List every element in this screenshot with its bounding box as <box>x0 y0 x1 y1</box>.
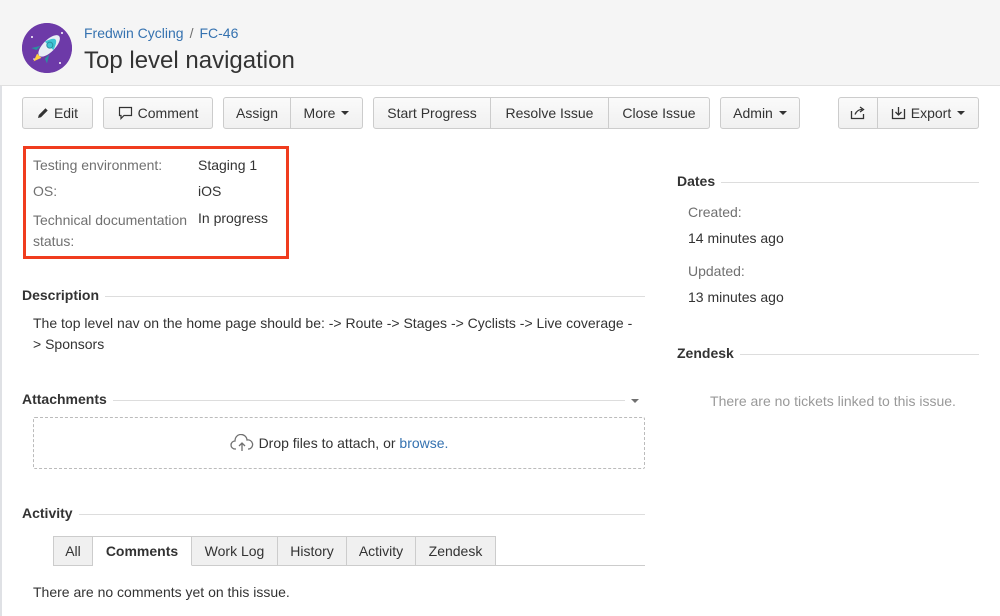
dates-divider <box>677 182 979 183</box>
more-button-label: More <box>303 105 336 121</box>
start-progress-button[interactable]: Start Progress <box>373 97 491 129</box>
share-button[interactable] <box>838 97 878 129</box>
breadcrumb-project-link[interactable]: Fredwin Cycling <box>84 25 184 41</box>
more-dropdown-button[interactable]: More <box>291 97 363 129</box>
field-label-testing-environment: Testing environment: <box>33 157 163 173</box>
created-value: 14 minutes ago <box>688 230 784 246</box>
chevron-down-icon <box>341 111 350 116</box>
cloud-upload-icon <box>229 434 253 452</box>
field-value-testing-environment: Staging 1 <box>198 157 258 173</box>
updated-label: Updated: <box>688 263 745 279</box>
project-avatar[interactable] <box>22 23 72 73</box>
comment-button[interactable]: Comment <box>103 97 213 129</box>
browse-link[interactable]: browse. <box>399 435 448 451</box>
admin-dropdown-button[interactable]: Admin <box>720 97 800 129</box>
dropzone-text: Drop files to attach, or <box>258 435 400 451</box>
pencil-icon <box>37 108 48 119</box>
tab-all[interactable]: All <box>53 536 93 566</box>
zendesk-heading: Zendesk <box>677 345 740 361</box>
field-label-os: OS: <box>33 183 58 199</box>
chevron-down-icon <box>778 111 787 116</box>
issue-toolbar: Edit Comment Assign More Start Progress … <box>0 97 1000 129</box>
updated-value: 13 minutes ago <box>688 289 784 305</box>
chevron-down-icon <box>957 111 966 116</box>
close-issue-button[interactable]: Close Issue <box>609 97 710 129</box>
export-button-label: Export <box>910 105 952 121</box>
rocket-icon <box>22 23 72 73</box>
breadcrumb: Fredwin Cycling / FC-46 <box>84 25 238 41</box>
tab-history[interactable]: History <box>278 536 347 566</box>
speech-bubble-icon <box>118 107 132 121</box>
resolve-issue-button[interactable]: Resolve Issue <box>491 97 609 129</box>
tab-activity[interactable]: Activity <box>347 536 416 566</box>
breadcrumb-separator: / <box>189 25 194 41</box>
attachments-dropzone[interactable]: Drop files to attach, or browse. <box>33 417 645 469</box>
close-issue-label: Close Issue <box>622 105 696 121</box>
attachments-heading: Attachments <box>22 391 113 407</box>
field-value-os: iOS <box>198 183 222 199</box>
page-title: Top level navigation <box>84 47 295 74</box>
download-icon <box>891 107 905 120</box>
description-divider <box>22 296 645 297</box>
left-rail <box>0 0 2 616</box>
dates-heading: Dates <box>677 173 722 189</box>
admin-button-label: Admin <box>733 105 773 121</box>
assign-button-label: Assign <box>235 105 279 121</box>
share-icon <box>850 106 865 120</box>
field-value-technical-doc-status: In progress <box>198 210 269 226</box>
edit-button[interactable]: Edit <box>22 97 93 129</box>
export-dropdown-button[interactable]: Export <box>878 97 979 129</box>
activity-heading: Activity <box>22 505 79 521</box>
activity-divider <box>22 514 645 515</box>
attachments-divider <box>22 400 645 401</box>
assign-button[interactable]: Assign <box>223 97 291 129</box>
edit-button-label: Edit <box>53 105 79 121</box>
resolve-issue-label: Resolve Issue <box>505 105 594 121</box>
issue-header: Fredwin Cycling / FC-46 Top level navigati… <box>0 0 1000 86</box>
tab-zendesk[interactable]: Zendesk <box>416 536 496 566</box>
zendesk-empty-message: There are no tickets linked to this issu… <box>710 393 956 409</box>
attachments-options-toggle[interactable] <box>625 392 645 408</box>
tab-comments[interactable]: Comments <box>93 536 192 566</box>
field-label-technical-doc-status: Technical documentation status: <box>33 212 188 249</box>
start-progress-label: Start Progress <box>387 105 477 121</box>
chevron-down-icon <box>631 399 639 403</box>
tab-work-log[interactable]: Work Log <box>192 536 278 566</box>
comment-button-label: Comment <box>137 105 199 121</box>
description-text: The top level nav on the home page shoul… <box>33 315 633 352</box>
description-heading: Description <box>22 287 106 303</box>
no-comments-message: There are no comments yet on this issue. <box>33 584 290 600</box>
created-label: Created: <box>688 204 742 220</box>
breadcrumb-issue-link[interactable]: FC-46 <box>199 25 238 41</box>
